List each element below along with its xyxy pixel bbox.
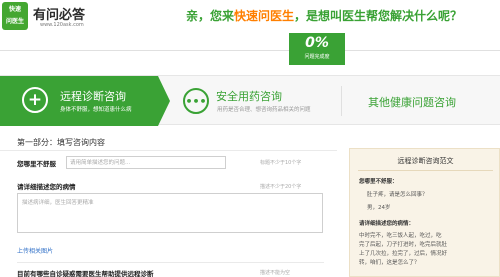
slogan-highlight: 快速问医生	[234, 9, 295, 23]
detail-hint: 描述不少于20个字	[260, 184, 302, 190]
detail-label: 请详细描述您的病情	[17, 183, 76, 191]
sample-detail-line: 完了后起，刀子打进时，吃完后就肚	[359, 242, 448, 248]
tab-title: 远程诊断咨询	[60, 90, 126, 103]
section-title: 第一部分：填写咨询内容	[0, 138, 337, 151]
progress-percent: 0%	[305, 35, 329, 51]
sample-info-text: 男，24岁	[367, 205, 391, 211]
symptom-hint: 标题不少于10个字	[260, 160, 302, 166]
slogan: 亲，您来快速问医生，是想叫医生帮您解决什么呢？	[186, 7, 462, 24]
next-question-hint: 描述不能为空	[260, 270, 291, 276]
logo-name[interactable]: 有问必答	[33, 4, 85, 23]
detail-textarea[interactable]	[17, 193, 323, 233]
logo-badge-top: 快速	[8, 6, 21, 13]
logo-badge-bottom: 问医生	[5, 18, 24, 25]
sample-detail-line: 中时完不，吃三饭人起，吃过，吃	[359, 233, 442, 239]
sample-question-label: 您哪里不舒服：	[359, 179, 398, 185]
symptom-input[interactable]	[66, 156, 226, 169]
upload-images-link[interactable]: 上传相关图片	[17, 246, 53, 255]
tab-title: 其他健康问题咨询	[368, 96, 456, 109]
progress-badge: 0% 问题完成度	[289, 33, 345, 65]
slogan-prefix: 亲，您来	[186, 9, 235, 23]
logo-badge[interactable]: 快速 问医生	[2, 2, 28, 30]
form-divider	[17, 262, 324, 263]
tab-other-health[interactable]: 其他健康问题咨询	[342, 76, 500, 126]
sample-question-text: 肚子疼，请是怎么回事？	[367, 192, 428, 198]
sample-divider	[358, 170, 493, 171]
logo-url: www.120ask.com	[40, 22, 84, 28]
medical-kit-icon: +	[22, 87, 48, 113]
sample-detail-line: 上了几次拉，拉完了，过后，情况好	[359, 251, 448, 257]
sample-panel: 远程诊断咨询范文 您哪里不舒服： 肚子疼，请是怎么回事？ 男，24岁 请详细描述…	[349, 148, 500, 277]
tab-remote-diagnosis[interactable]: + 远程诊断咨询 身体不舒服，想知道患什么病	[0, 76, 170, 126]
sample-detail-label: 请详细描述您的病情：	[359, 221, 415, 227]
progress-track	[0, 50, 500, 51]
tab-subtitle: 身体不舒服，想知道患什么病	[60, 107, 132, 113]
tab-subtitle: 用药是否合理、想咨询药品相关的问题	[217, 107, 311, 113]
tab-title: 安全用药咨询	[216, 90, 282, 103]
symptom-label: 您哪里不舒服	[17, 160, 56, 168]
sample-title: 远程诊断咨询范文	[397, 157, 454, 165]
next-question-label: 目前有哪些自诊疑惑需要医生帮助提供远程诊断	[17, 270, 154, 277]
progress-label: 问题完成度	[304, 54, 330, 60]
sample-detail-line: 转，咱们，这是怎么了？	[359, 260, 420, 266]
active-tab-arrow	[158, 76, 170, 126]
slogan-suffix: ，是想叫医生帮您解决什么呢？	[294, 9, 463, 23]
pill-dots-icon: •••	[183, 88, 209, 114]
tab-medication-safety[interactable]: ••• 安全用药咨询 用药是否合理、想咨询药品相关的问题	[173, 76, 333, 126]
header: 快速 问医生 有问必答 www.120ask.com 亲，您来快速问医生，是想叫…	[0, 0, 500, 33]
consult-type-tabs: + 远程诊断咨询 身体不舒服，想知道患什么病 ••• 安全用药咨询 用药是否合理…	[0, 75, 500, 126]
